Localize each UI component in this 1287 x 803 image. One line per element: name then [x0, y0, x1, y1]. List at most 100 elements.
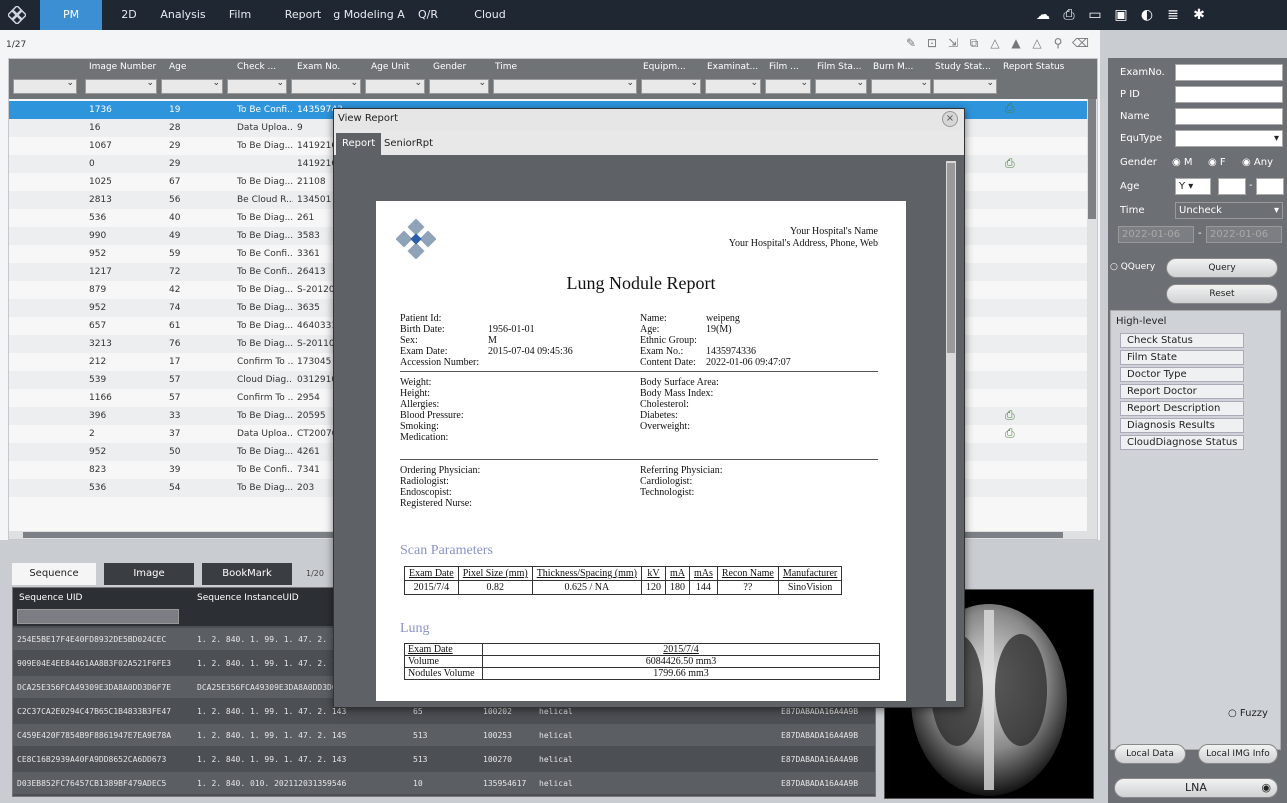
menu-cloud[interactable]: Cloud — [466, 0, 514, 30]
hl-check-status[interactable]: Check Status — [1120, 333, 1244, 348]
close-icon[interactable]: × — [942, 111, 958, 127]
printer-icon[interactable]: ⎙ — [1061, 7, 1077, 23]
col-film-state[interactable]: Film Sta... — [817, 62, 862, 72]
date-from-input[interactable]: 2022-01-06 — [1118, 226, 1194, 243]
filter-select[interactable] — [765, 78, 811, 94]
filter-select[interactable] — [227, 78, 287, 94]
filter-select[interactable] — [161, 78, 223, 94]
cloud-icon[interactable]: ☁ — [1035, 7, 1051, 23]
menu-report[interactable]: Report — [281, 0, 325, 30]
col-sequence-uid[interactable]: Sequence UID — [19, 593, 82, 603]
query-button[interactable]: Query — [1166, 258, 1278, 278]
age-from-input[interactable] — [1218, 178, 1246, 195]
gender-any-radio[interactable]: ◉ Any — [1242, 157, 1273, 168]
folder-icon[interactable]: ▣ — [1113, 7, 1129, 23]
search-icon[interactable]: ⚲ — [1051, 36, 1065, 50]
sequence-filter-select[interactable] — [17, 609, 179, 624]
col-study-status[interactable]: Study Stat... — [935, 62, 991, 72]
filter-select[interactable] — [933, 78, 997, 94]
menu-pm[interactable]: PM — [40, 0, 102, 30]
menu-2d[interactable]: 2D — [104, 0, 154, 30]
hl-report-description[interactable]: Report Description — [1120, 401, 1244, 416]
tab-bookmark[interactable]: BookMark — [202, 563, 292, 585]
cell-image: 1736 — [89, 105, 112, 115]
col-age[interactable]: Age — [169, 62, 186, 72]
col-equipment[interactable]: Equipm... — [643, 62, 686, 72]
database-icon[interactable]: ≣ — [1165, 7, 1181, 23]
filter-select[interactable] — [291, 78, 361, 94]
time-select[interactable]: Uncheck ▾ — [1175, 202, 1283, 219]
delete-icon[interactable]: ⌫ — [1072, 36, 1089, 50]
monitor-icon[interactable]: ▭ — [1087, 7, 1103, 23]
col-image-number[interactable]: Image Number — [89, 62, 156, 72]
image-icon[interactable]: ⧉ — [967, 36, 981, 50]
tab-report[interactable]: Report — [336, 133, 382, 155]
hl-film-state[interactable]: Film State — [1120, 350, 1244, 365]
col-check[interactable]: Check ... — [237, 62, 276, 72]
printer-icon[interactable]: ⎙ — [1005, 156, 1015, 171]
equtype-select[interactable]: ▾ — [1175, 130, 1283, 147]
pid-input[interactable] — [1175, 86, 1283, 103]
lock-icon[interactable]: ▲ — [1009, 36, 1023, 50]
report-field-label: Birth Date: — [400, 324, 445, 335]
col-examination[interactable]: Examinat... — [707, 62, 758, 72]
filter-select[interactable] — [641, 78, 701, 94]
menu-qr[interactable]: Q/R — [412, 0, 444, 30]
menu-analysis[interactable]: Analysis — [156, 0, 210, 30]
menu-modeling[interactable]: g Modeling A — [328, 0, 410, 30]
filter-select[interactable] — [85, 78, 157, 94]
qquery-radio[interactable]: ○ QQuery — [1110, 262, 1155, 272]
col-instance-uid[interactable]: Sequence InstanceUID — [197, 593, 299, 603]
zoom-icon[interactable]: ⊡ — [925, 36, 939, 50]
fuzzy-radio[interactable]: ○ Fuzzy — [1228, 708, 1268, 719]
menu-film[interactable]: Film — [220, 0, 260, 30]
hl-diagnosis-results[interactable]: Diagnosis Results — [1120, 418, 1244, 433]
printer-icon[interactable]: ⎙ — [1005, 408, 1015, 423]
sequence-row[interactable]: C459E420F7854B9F8861947E7EA9E78A 1. 2. 84… — [13, 724, 875, 746]
filter-select[interactable] — [13, 78, 77, 94]
filter-select[interactable] — [705, 78, 761, 94]
col-report-status[interactable]: Report Status — [1003, 62, 1064, 72]
reset-button[interactable]: Reset — [1166, 284, 1278, 304]
filter-select[interactable] — [871, 78, 931, 94]
tab-image[interactable]: Image — [104, 563, 194, 585]
date-to-input[interactable]: 2022-01-06 — [1206, 226, 1282, 243]
dialog-title: View Report — [334, 109, 964, 129]
hl-clouddiagnose-status[interactable]: CloudDiagnose Status — [1120, 435, 1244, 450]
filter-select[interactable] — [429, 78, 489, 94]
filter-select[interactable] — [815, 78, 867, 94]
col-burn[interactable]: Burn M... — [873, 62, 913, 72]
export-icon[interactable]: ⇲ — [946, 36, 960, 50]
printer-icon[interactable]: ⎙ — [1005, 426, 1015, 441]
local-img-info-button[interactable]: Local IMG Info — [1198, 744, 1278, 764]
filter-select[interactable] — [493, 78, 637, 94]
filter-select[interactable] — [365, 78, 425, 94]
col-exam-no[interactable]: Exam No. — [297, 62, 340, 72]
settings-icon[interactable]: ✱ — [1191, 7, 1207, 23]
tab-seniorrpt[interactable]: SeniorRpt — [378, 133, 439, 155]
lna-select[interactable]: LNA ◉ — [1114, 778, 1278, 798]
report-scrollbar[interactable] — [946, 161, 956, 701]
contrast-icon[interactable]: ◐ — [1139, 7, 1155, 23]
sequence-row[interactable]: D03EB852FC76457CB1389BF479ADEC5 1. 2. 840… — [13, 772, 875, 794]
gender-m-radio[interactable]: ◉ M — [1172, 157, 1193, 168]
tab-sequence[interactable]: Sequence — [12, 563, 96, 585]
age-unit-select[interactable]: Y ▾ — [1175, 178, 1211, 195]
vertical-scrollbar[interactable] — [1087, 99, 1097, 539]
col-gender[interactable]: Gender — [433, 62, 466, 72]
hl-doctor-type[interactable]: Doctor Type — [1120, 367, 1244, 382]
hl-report-doctor[interactable]: Report Doctor — [1120, 384, 1244, 399]
examno-input[interactable] — [1175, 64, 1283, 81]
edit-icon[interactable]: ✎ — [904, 36, 918, 50]
sequence-row[interactable]: CE8C16B2939A40FA9DD8652CA6DD673 1. 2. 840… — [13, 748, 875, 770]
unlock-icon[interactable]: △ — [1030, 36, 1044, 50]
age-to-input[interactable] — [1256, 178, 1284, 195]
col-time[interactable]: Time — [495, 62, 517, 72]
col-age-unit[interactable]: Age Unit — [371, 62, 410, 72]
printer-icon[interactable]: ⎙ — [1005, 101, 1015, 116]
bell-icon[interactable]: △ — [988, 36, 1002, 50]
local-data-button[interactable]: Local Data — [1114, 744, 1186, 764]
gender-f-radio[interactable]: ◉ F — [1208, 157, 1226, 168]
name-input[interactable] — [1175, 108, 1283, 125]
col-film[interactable]: Film ... — [769, 62, 799, 72]
